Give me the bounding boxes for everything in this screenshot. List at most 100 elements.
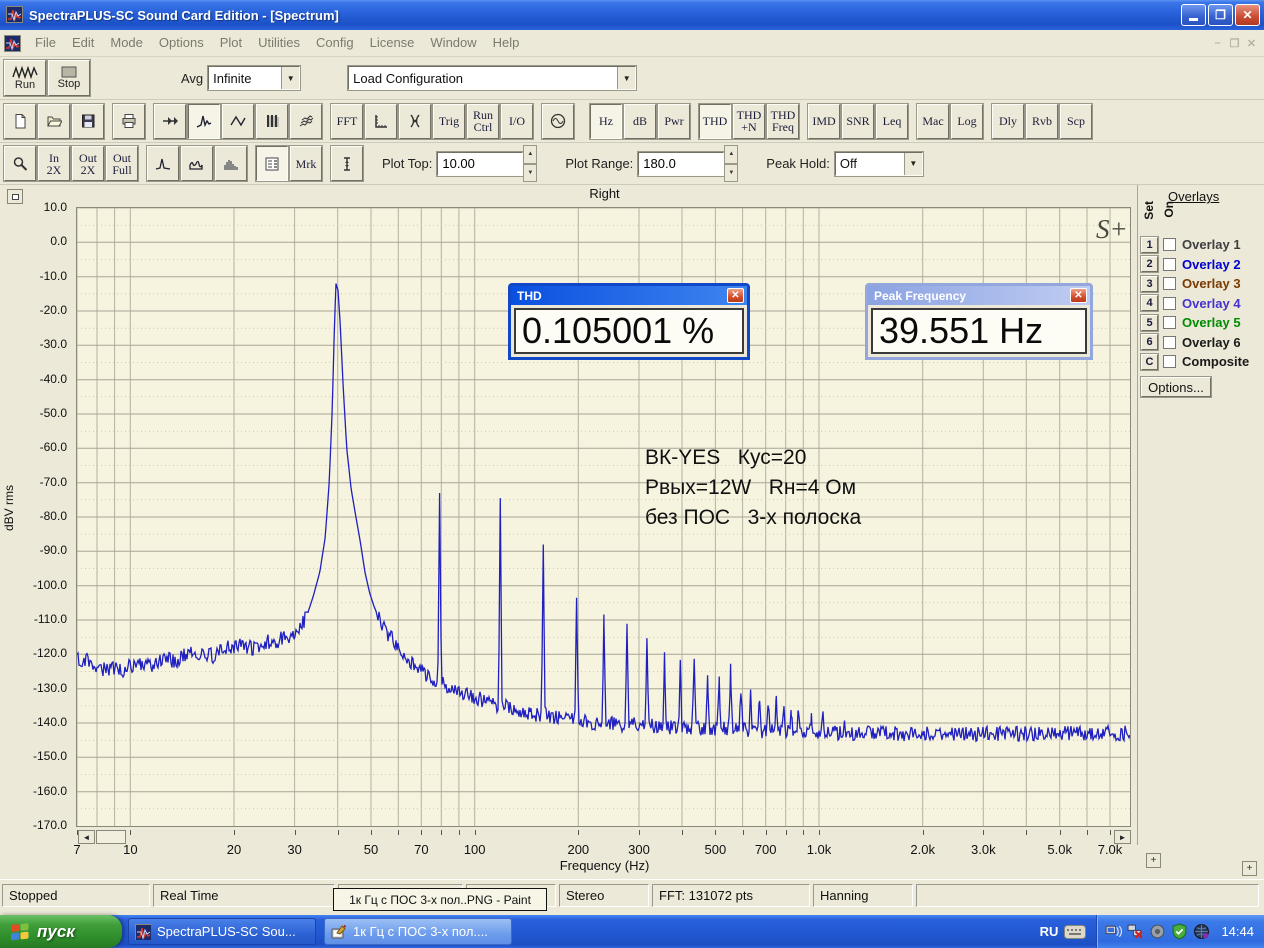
network-activity-icon[interactable] [1105, 923, 1122, 940]
trigger-button[interactable]: Trig [433, 104, 465, 139]
snr-button[interactable]: SNR [842, 104, 874, 139]
spectrum-view-button[interactable] [188, 104, 220, 139]
menu-license[interactable]: License [362, 32, 423, 53]
stop-button[interactable]: Stop [48, 60, 90, 96]
pwr-button[interactable]: Pwr [658, 104, 690, 139]
overlay-set-button-c[interactable]: C [1141, 354, 1158, 370]
expand-plot-button[interactable]: + [1146, 853, 1161, 868]
plot-top-input[interactable]: 10.00 [437, 152, 523, 176]
scp-button[interactable]: Scp [1060, 104, 1092, 139]
avg-select[interactable]: Infinite ▼ [208, 66, 300, 90]
menu-edit[interactable]: Edit [64, 32, 102, 53]
leq-button[interactable]: Leq [876, 104, 908, 139]
zoom-out-2x-button[interactable]: Out 2X [72, 146, 104, 181]
menu-plot[interactable]: Plot [212, 32, 250, 53]
io-device-button[interactable]: I/O [501, 104, 533, 139]
overlay-set-button-4[interactable]: 4 [1141, 295, 1158, 311]
save-file-button[interactable] [72, 104, 104, 139]
signal-generator-button[interactable] [542, 104, 574, 139]
overlay-checkbox-2[interactable] [1163, 258, 1176, 271]
new-file-button[interactable] [4, 104, 36, 139]
mdi-restore-icon[interactable]: ❐ [1226, 37, 1243, 50]
menu-options[interactable]: Options [151, 32, 212, 53]
taskbar-task[interactable]: 1к Гц с ПОС 3-х пол.... [324, 918, 512, 945]
run-button[interactable]: Run [4, 60, 46, 96]
thd-button[interactable]: THD [699, 104, 731, 139]
start-button[interactable]: пуск [0, 915, 122, 948]
chevron-down-icon[interactable]: ▼ [281, 67, 299, 89]
hz-button[interactable]: Hz [590, 104, 622, 139]
passthrough-button[interactable] [154, 104, 186, 139]
menu-file[interactable]: File [27, 32, 64, 53]
time-series-view-button[interactable] [222, 104, 254, 139]
filled-plot-button[interactable] [181, 146, 213, 181]
zoom-in-2x-button[interactable]: In 2X [38, 146, 70, 181]
overlay-checkbox-3[interactable] [1163, 277, 1176, 290]
scroll-right-arrow[interactable]: ► [1114, 830, 1131, 844]
mdi-minimize-icon[interactable]: – [1209, 37, 1226, 49]
fft-settings-button[interactable]: FFT [331, 104, 363, 139]
thd-window-titlebar[interactable]: THD ✕ [511, 286, 747, 305]
plot-top-stepper[interactable]: ▲▼ [523, 145, 537, 182]
menu-window[interactable]: Window [422, 32, 484, 53]
language-indicator[interactable]: RU [1030, 915, 1097, 948]
calibration-button[interactable] [399, 104, 431, 139]
close-icon[interactable]: ✕ [1070, 288, 1087, 303]
rvb-button[interactable]: Rvb [1026, 104, 1058, 139]
peak-hold-select[interactable]: Off ▼ [835, 152, 923, 176]
thd-freq-button[interactable]: THD Freq [767, 104, 799, 139]
overlay-checkbox-5[interactable] [1163, 316, 1176, 329]
surface-view-button[interactable] [290, 104, 322, 139]
thd-n-button[interactable]: THD +N [733, 104, 765, 139]
overlay-set-button-2[interactable]: 2 [1141, 256, 1158, 272]
print-button[interactable] [113, 104, 145, 139]
taskbar-task[interactable]: SpectraPLUS-SC Sou... [128, 918, 316, 945]
overlays-options-button[interactable]: Options... [1141, 377, 1211, 397]
overlay-set-button-1[interactable]: 1 [1141, 237, 1158, 253]
overlay-set-button-6[interactable]: 6 [1141, 334, 1158, 350]
close-icon[interactable]: ✕ [727, 288, 744, 303]
bar-plot-button[interactable] [215, 146, 247, 181]
connection-error-icon[interactable] [1127, 923, 1144, 940]
db-button[interactable]: dB [624, 104, 656, 139]
overlay-checkbox-1[interactable] [1163, 238, 1176, 251]
dly-button[interactable]: Dly [992, 104, 1024, 139]
log-button[interactable]: Log [951, 104, 983, 139]
zoom-button[interactable] [4, 146, 36, 181]
audio-device-icon[interactable] [1149, 923, 1166, 940]
plot-range-input[interactable]: 180.0 [638, 152, 724, 176]
line-plot-button[interactable] [147, 146, 179, 181]
minimize-button[interactable] [1181, 4, 1206, 26]
marker-button[interactable]: Mrk [290, 146, 322, 181]
expand-panel-button[interactable]: + [1242, 861, 1257, 876]
legend-button[interactable] [256, 146, 288, 181]
close-button[interactable]: ✕ [1235, 4, 1260, 26]
chevron-down-icon[interactable]: ▼ [904, 153, 922, 175]
globe-icon[interactable] [1193, 923, 1210, 940]
menu-help[interactable]: Help [485, 32, 528, 53]
peak-frequency-titlebar[interactable]: Peak Frequency ✕ [868, 286, 1090, 305]
overlay-checkbox-c[interactable] [1163, 355, 1176, 368]
overlay-set-button-5[interactable]: 5 [1141, 315, 1158, 331]
menu-config[interactable]: Config [308, 32, 362, 53]
menu-mode[interactable]: Mode [102, 32, 151, 53]
load-configuration-select[interactable]: Load Configuration ▼ [348, 66, 636, 90]
chevron-down-icon[interactable]: ▼ [617, 67, 635, 89]
plot-range-stepper[interactable]: ▲▼ [724, 145, 738, 182]
scaling-button[interactable] [365, 104, 397, 139]
mdi-close-icon[interactable]: ✕ [1243, 37, 1260, 50]
imd-button[interactable]: IMD [808, 104, 840, 139]
restore-button[interactable]: ❐ [1208, 4, 1233, 26]
zoom-out-full-button[interactable]: Out Full [106, 146, 138, 181]
scroll-left-arrow[interactable]: ◄ [78, 830, 95, 844]
menu-utilities[interactable]: Utilities [250, 32, 308, 53]
scroll-thumb[interactable] [96, 830, 126, 844]
mac-button[interactable]: Mac [917, 104, 949, 139]
overlay-checkbox-4[interactable] [1163, 297, 1176, 310]
title-bar[interactable]: SpectraPLUS-SC Sound Card Edition - [Spe… [0, 0, 1264, 30]
cursor-button[interactable] [331, 146, 363, 181]
open-file-button[interactable] [38, 104, 70, 139]
overlay-checkbox-6[interactable] [1163, 336, 1176, 349]
spectrogram-view-button[interactable] [256, 104, 288, 139]
shield-icon[interactable] [1171, 923, 1188, 940]
